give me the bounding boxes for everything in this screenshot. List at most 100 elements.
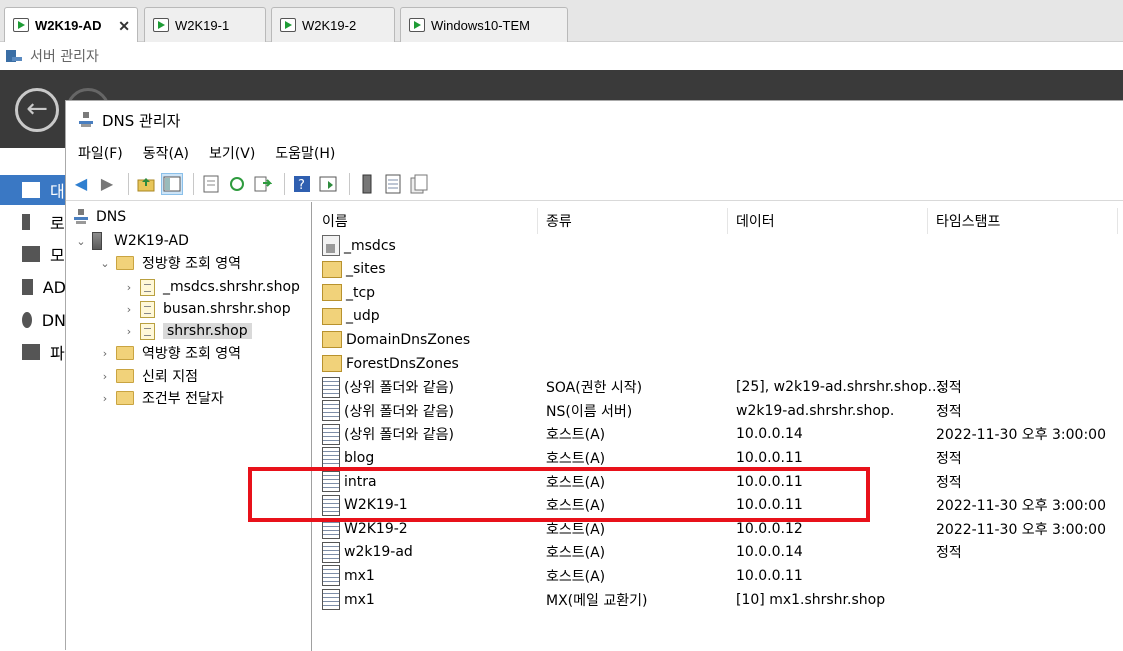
tree-node-zone-msdcs[interactable]: › _msdcs.shrshr.shop — [122, 276, 300, 298]
record-timestamp: 2022-11-30 오후 3:00:00 — [936, 427, 1106, 444]
tree-node-trust-points[interactable]: › 신뢰 지점 — [98, 365, 198, 387]
sidebar-item-label: 대 — [50, 182, 65, 201]
record-name-cell: (상위 폴더와 같음) — [322, 376, 454, 399]
table-row[interactable]: (상위 폴더와 같음) NS(이름 서버) w2k19-ad.shrshr.shop… — [314, 399, 1123, 423]
table-row[interactable]: ForestDnsZones — [314, 352, 1123, 376]
record-icon — [322, 400, 340, 422]
record-name: W2K19-1 — [344, 497, 408, 514]
menu-help[interactable]: 도움말(H) — [275, 143, 335, 163]
record-icon — [322, 541, 340, 563]
record-data: 10.0.0.11 — [736, 497, 803, 514]
chevron-right-icon[interactable]: › — [98, 392, 112, 405]
vm-tab-w2k19-ad[interactable]: W2K19-AD ✕ — [4, 7, 138, 42]
dashboard-icon — [22, 182, 40, 198]
chevron-right-icon[interactable]: › — [122, 325, 136, 338]
column-header-name[interactable]: 이름 — [314, 208, 538, 234]
chevron-right-icon[interactable]: › — [122, 303, 136, 316]
column-header-type[interactable]: 종류 — [538, 208, 728, 234]
chevron-right-icon[interactable]: › — [122, 281, 136, 294]
sidebar-item-file[interactable]: 파 — [0, 337, 66, 367]
record-data: 10.0.0.11 — [736, 567, 803, 584]
record-name: mx1 — [344, 567, 375, 584]
tree-node-server[interactable]: ⌄ W2K19-AD — [74, 230, 189, 252]
back-arrow-icon[interactable]: ← — [15, 88, 59, 132]
chevron-right-icon[interactable]: › — [98, 347, 112, 360]
folder-icon — [116, 391, 134, 405]
table-row[interactable]: W2K19-2 호스트(A) 10.0.0.12 2022-11-30 오후 3:00… — [314, 517, 1123, 541]
folder-icon — [116, 256, 134, 270]
sidebar-item-dns[interactable]: DN — [0, 305, 66, 335]
chevron-down-icon[interactable]: ⌄ — [98, 257, 112, 270]
table-row[interactable]: _sites — [314, 258, 1123, 282]
record-name: mx1 — [344, 591, 375, 608]
server-manager-icon — [6, 48, 22, 64]
sidebar-item-label: 모 — [50, 246, 65, 265]
record-name-cell: (상위 폴더와 같음) — [322, 423, 454, 446]
column-header-data[interactable]: 데이터 — [728, 208, 928, 234]
sidebar-item-local[interactable]: 로 — [0, 207, 66, 237]
dns-icon — [22, 312, 32, 328]
table-row[interactable]: _tcp — [314, 281, 1123, 305]
copy-records-icon[interactable] — [408, 173, 430, 195]
toolbar: ◀ ▶ ? — [66, 167, 1123, 201]
console-pane-icon[interactable] — [317, 173, 339, 195]
table-row[interactable]: W2K19-1 호스트(A) 10.0.0.11 2022-11-30 오후 3:00… — [314, 494, 1123, 518]
folder-icon — [322, 260, 342, 278]
tree-node-zone-shrshr[interactable]: › shrshr.shop — [122, 320, 252, 342]
server-icon[interactable] — [356, 173, 378, 195]
vm-tab-w2k19-2[interactable]: W2K19-2 — [271, 7, 395, 42]
tree-node-reverse-zones[interactable]: › 역방향 조회 영역 — [98, 342, 241, 364]
tree-label: 조건부 전달자 — [142, 391, 224, 407]
menu-bar: 파일(F) 동작(A) 보기(V) 도움말(H) — [66, 139, 1123, 167]
record-name-cell: ForestDnsZones — [322, 352, 459, 375]
table-row[interactable]: blog 호스트(A) 10.0.0.11 정적 — [314, 446, 1123, 470]
table-row[interactable]: mx1 MX(메일 교환기) [10] mx1.shrshr.shop — [314, 588, 1123, 612]
menu-view[interactable]: 보기(V) — [209, 143, 255, 163]
record-icon — [322, 376, 340, 398]
menu-file[interactable]: 파일(F) — [78, 143, 123, 163]
vm-tab-windows10-tem[interactable]: Windows10-TEM — [400, 7, 568, 42]
table-row[interactable]: mx1 호스트(A) 10.0.0.11 — [314, 564, 1123, 588]
column-header-label: 종류 — [546, 214, 572, 230]
show-hide-tree-icon[interactable] — [161, 172, 183, 195]
table-row[interactable]: _msdcs — [314, 234, 1123, 258]
sidebar-item-ad[interactable]: AD — [0, 272, 66, 302]
vm-tab-label: W2K19-AD — [35, 17, 102, 33]
tree-node-forward-zones[interactable]: ⌄ 정방향 조회 영역 — [98, 252, 241, 274]
server-manager-titlebar: 서버 관리자 — [0, 42, 1123, 70]
ad-icon — [22, 279, 33, 295]
table-row[interactable]: _udp — [314, 305, 1123, 329]
table-row[interactable]: w2k19-ad 호스트(A) 10.0.0.14 정적 — [314, 541, 1123, 565]
record-icon — [322, 494, 340, 516]
sidebar-item-dashboard[interactable]: 대 — [0, 175, 66, 205]
chevron-down-icon[interactable]: ⌄ — [74, 235, 88, 248]
table-row[interactable]: (상위 폴더와 같음) 호스트(A) 10.0.0.14 2022-11-30 오후 … — [314, 423, 1123, 447]
server-manager-sidebar: 대 로 모 AD DN 파 — [0, 148, 66, 650]
back-icon[interactable]: ◀ — [70, 173, 92, 195]
tree-label: 역방향 조회 영역 — [142, 346, 242, 362]
table-row[interactable]: intra 호스트(A) 10.0.0.11 정적 — [314, 470, 1123, 494]
tree-node-conditional-forwarders[interactable]: › 조건부 전달자 — [98, 387, 224, 409]
record-name-cell: intra — [322, 470, 377, 493]
table-row[interactable]: (상위 폴더와 같음) SOA(권한 시작) [25], w2k19-ad.shrs… — [314, 376, 1123, 400]
sidebar-item-all-servers[interactable]: 모 — [0, 239, 66, 269]
properties-icon[interactable] — [200, 173, 222, 195]
vm-play-icon — [280, 18, 296, 32]
forward-icon[interactable]: ▶ — [96, 173, 118, 195]
chevron-right-icon[interactable]: › — [98, 370, 112, 383]
tree-label: 정방향 조회 영역 — [142, 256, 242, 272]
refresh-icon[interactable] — [226, 173, 248, 195]
tree-node-zone-busan[interactable]: › busan.shrshr.shop — [122, 298, 291, 320]
table-row[interactable]: DomainDnsZones — [314, 328, 1123, 352]
up-folder-icon[interactable] — [135, 173, 157, 195]
record-type: SOA(권한 시작) — [546, 380, 643, 397]
column-header-timestamp[interactable]: 타임스탬프 — [928, 208, 1118, 234]
tree-node-dns[interactable]: DNS — [74, 206, 126, 228]
vm-tab-w2k19-1[interactable]: W2K19-1 — [144, 7, 266, 42]
record-list-icon[interactable] — [382, 173, 404, 195]
export-list-icon[interactable] — [252, 173, 274, 195]
help-icon[interactable]: ? — [291, 173, 313, 195]
close-icon[interactable]: ✕ — [118, 18, 130, 35]
menu-action[interactable]: 동작(A) — [143, 143, 189, 163]
tree-label: _msdcs.shrshr.shop — [163, 279, 300, 295]
